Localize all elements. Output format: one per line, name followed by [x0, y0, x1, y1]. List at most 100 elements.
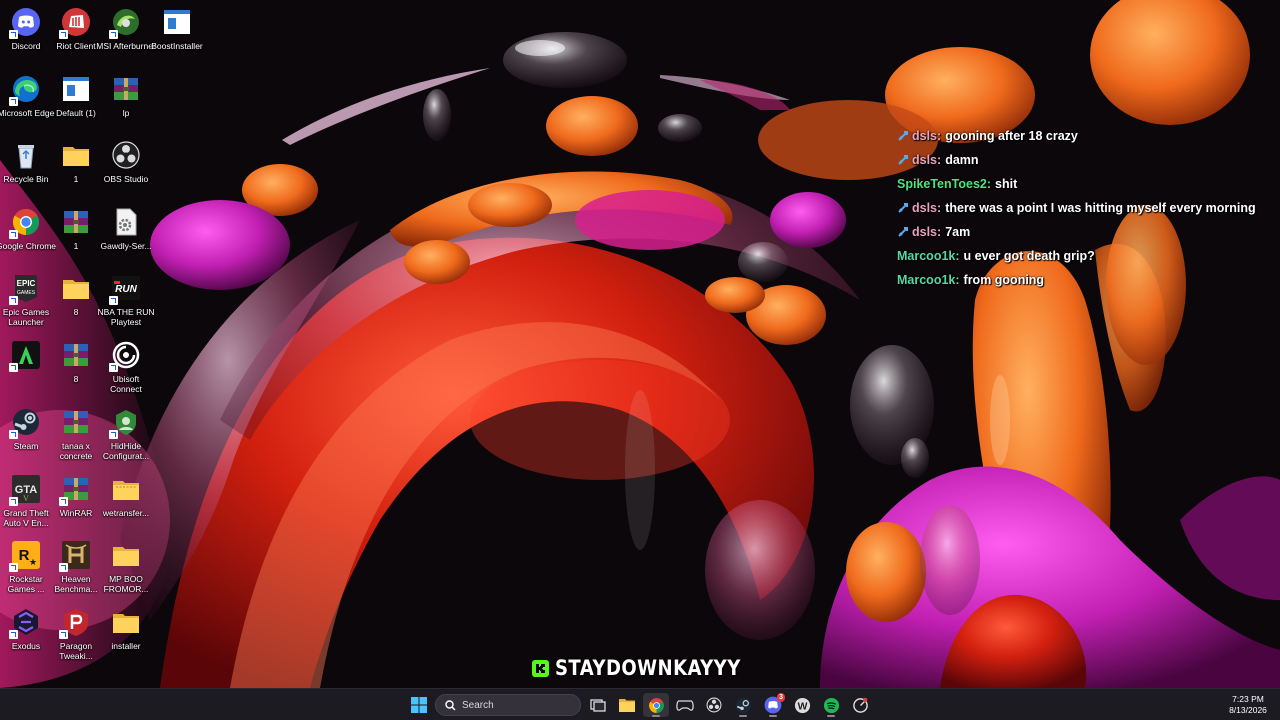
app-taskbar-button[interactable] [847, 693, 873, 717]
desktop-icon-installer[interactable]: installer [100, 603, 152, 665]
spotify-taskbar-button[interactable] [818, 693, 844, 717]
chrome-taskbar-button[interactable] [643, 693, 669, 717]
chat-text: u ever got death grip? [963, 249, 1095, 263]
search-placeholder: Search [462, 699, 494, 711]
desktop-icon-boostinstaller[interactable]: BoostInstaller [151, 3, 203, 65]
desktop-icon-ubisoft-connect[interactable]: Ubisoft Connect [100, 336, 152, 398]
file-explorer-button[interactable] [614, 693, 640, 717]
sword-badge-icon [898, 131, 908, 141]
system-clock[interactable]: 7:23 PM 8/13/2026 [1220, 694, 1276, 716]
chat-username: Marcoo1k: [897, 249, 960, 263]
google-chrome-icon [9, 207, 41, 239]
desktop-icon-edge[interactable]: Microsoft Edge [0, 70, 54, 132]
desktop-icon-paragon[interactable]: Paragon Tweaki... [50, 603, 102, 665]
svg-text:RUN: RUN [115, 284, 137, 295]
desktop-icon-label: MP BOO FROMOR... [103, 574, 149, 594]
desktop-icon-folder-8[interactable]: 8 [50, 269, 102, 331]
boostinstaller-icon [162, 7, 192, 37]
microsoft-edge-icon [9, 74, 41, 106]
exodus-icon [9, 607, 41, 639]
game-controller-button[interactable] [672, 693, 698, 717]
winrar-archive-icon [111, 74, 141, 104]
chat-message: Marcoo1k: u ever got death grip? [897, 244, 1277, 268]
desktop-icon-obs-studio[interactable]: OBS Studio [100, 136, 152, 198]
desktop-icon-heaven-benchmark[interactable]: Heaven Benchma... [50, 536, 102, 598]
desktop-icon-nba-the-run[interactable]: RUN NBA THE RUN Playtest [98, 269, 155, 331]
task-view-icon [590, 699, 606, 712]
task-view-button[interactable] [585, 693, 611, 717]
chat-text: damn [945, 153, 979, 167]
desktop-icon-discord[interactable]: Discord [0, 3, 52, 65]
desktop-icon-epic-games[interactable]: EPIC GAMES Epic Games Launcher [0, 269, 52, 331]
desktop-icon-msi-afterburner[interactable]: MSI Afterburner [96, 3, 156, 65]
desktop-icon-exodus[interactable]: Exodus [0, 603, 52, 665]
desktop-icon-label: Ubisoft Connect [110, 374, 142, 394]
streamer-watermark: STAYDOWNKAYYY [532, 653, 771, 683]
clock-time: 7:23 PM [1232, 694, 1264, 704]
chat-username: dsls: [912, 129, 942, 143]
start-button[interactable] [406, 693, 432, 717]
chat-text: 7am [945, 225, 971, 239]
desktop-icon-gawdly[interactable]: Gawdly-Ser... [100, 203, 152, 265]
folder-icon [111, 607, 141, 637]
desktop-icon-label: OBS Studio [103, 174, 149, 184]
ubisoft-connect-icon [109, 340, 141, 372]
discord-taskbar-button[interactable]: 3 [760, 693, 786, 717]
desktop-icon-archive-1[interactable]: 1 [50, 203, 102, 265]
spotify-icon [823, 697, 839, 713]
sword-badge-icon [898, 155, 908, 165]
wordpad-taskbar-button[interactable]: W [789, 693, 815, 717]
desktop-icon-label: wetransfer... [102, 508, 150, 518]
desktop-icon-folder-1[interactable]: 1 [50, 136, 102, 198]
obs-taskbar-button[interactable] [701, 693, 727, 717]
gear-file-icon [111, 207, 141, 237]
desktop-icon-gta-v[interactable]: GTA V Grand Theft Auto V En... [0, 470, 52, 532]
desktop-icon-winrar[interactable]: WinRAR [50, 470, 102, 532]
obs-studio-icon [111, 140, 141, 170]
kick-logo-icon [532, 659, 549, 677]
heaven-benchmark-icon [59, 540, 91, 572]
desktop-icon-steam[interactable]: Steam [0, 403, 52, 465]
desktop-icon-lp[interactable]: lp [100, 70, 152, 132]
winrar-icon [59, 474, 91, 506]
desktop-icon-chrome[interactable]: Google Chrome [0, 203, 56, 265]
winrar-archive-icon [61, 407, 91, 437]
desktop-icon-archive-8[interactable]: 8 [50, 336, 102, 398]
steam-icon [9, 407, 41, 439]
desktop-icon-rockstar[interactable]: R ★ Rockstar Games ... [0, 536, 52, 598]
file-explorer-icon [619, 699, 635, 712]
winrar-archive-icon [61, 340, 91, 370]
winrar-archive-icon [61, 207, 91, 237]
clock-date: 8/13/2026 [1229, 705, 1267, 715]
desktop-icon-mp-boo[interactable]: MP BOO FROMOR... [100, 536, 152, 598]
desktop-icon-hidhide[interactable]: HidHide Configurat... [100, 403, 152, 465]
paragon-tweaking-icon [59, 607, 91, 639]
chrome-icon [648, 697, 664, 713]
desktop-icon-app-green[interactable] [0, 336, 52, 398]
desktop-icon-recycle-bin[interactable]: Recycle Bin [0, 136, 52, 198]
chat-message: dsls: 7am [897, 220, 1277, 244]
desktop-icon-default-file[interactable]: Default (1) [50, 70, 102, 132]
obs-icon [706, 697, 722, 713]
desktop-icon-label: lp [122, 108, 130, 118]
taskbar-search-box[interactable]: Search [435, 694, 581, 716]
desktop-icon-riot-client[interactable]: Riot Client [50, 3, 102, 65]
steam-taskbar-button[interactable] [730, 693, 756, 717]
wetransfer-folder-icon [111, 474, 141, 504]
svg-text:V: V [23, 494, 29, 503]
streamer-name: STAYDOWNKAYYY [555, 656, 741, 680]
hidhide-icon [109, 407, 141, 439]
default-file-icon [61, 74, 91, 104]
nba-the-run-icon: RUN [109, 273, 141, 305]
windows-start-icon [411, 697, 427, 713]
sword-badge-icon [898, 227, 908, 237]
chat-message: Marcoo1k: from gooning [897, 268, 1277, 292]
chat-text: shit [995, 177, 1018, 191]
desktop-icon-wetransfer[interactable]: wetransfer... [100, 470, 152, 532]
rockstar-games-icon: R ★ [9, 540, 41, 572]
svg-text:R: R [19, 547, 30, 564]
wordpad-icon: W [794, 697, 810, 713]
folder-icon [61, 140, 91, 170]
desktop-icon-tanaa-concrete[interactable]: tanaa x concrete [50, 403, 102, 465]
msi-afterburner-icon [109, 7, 141, 39]
